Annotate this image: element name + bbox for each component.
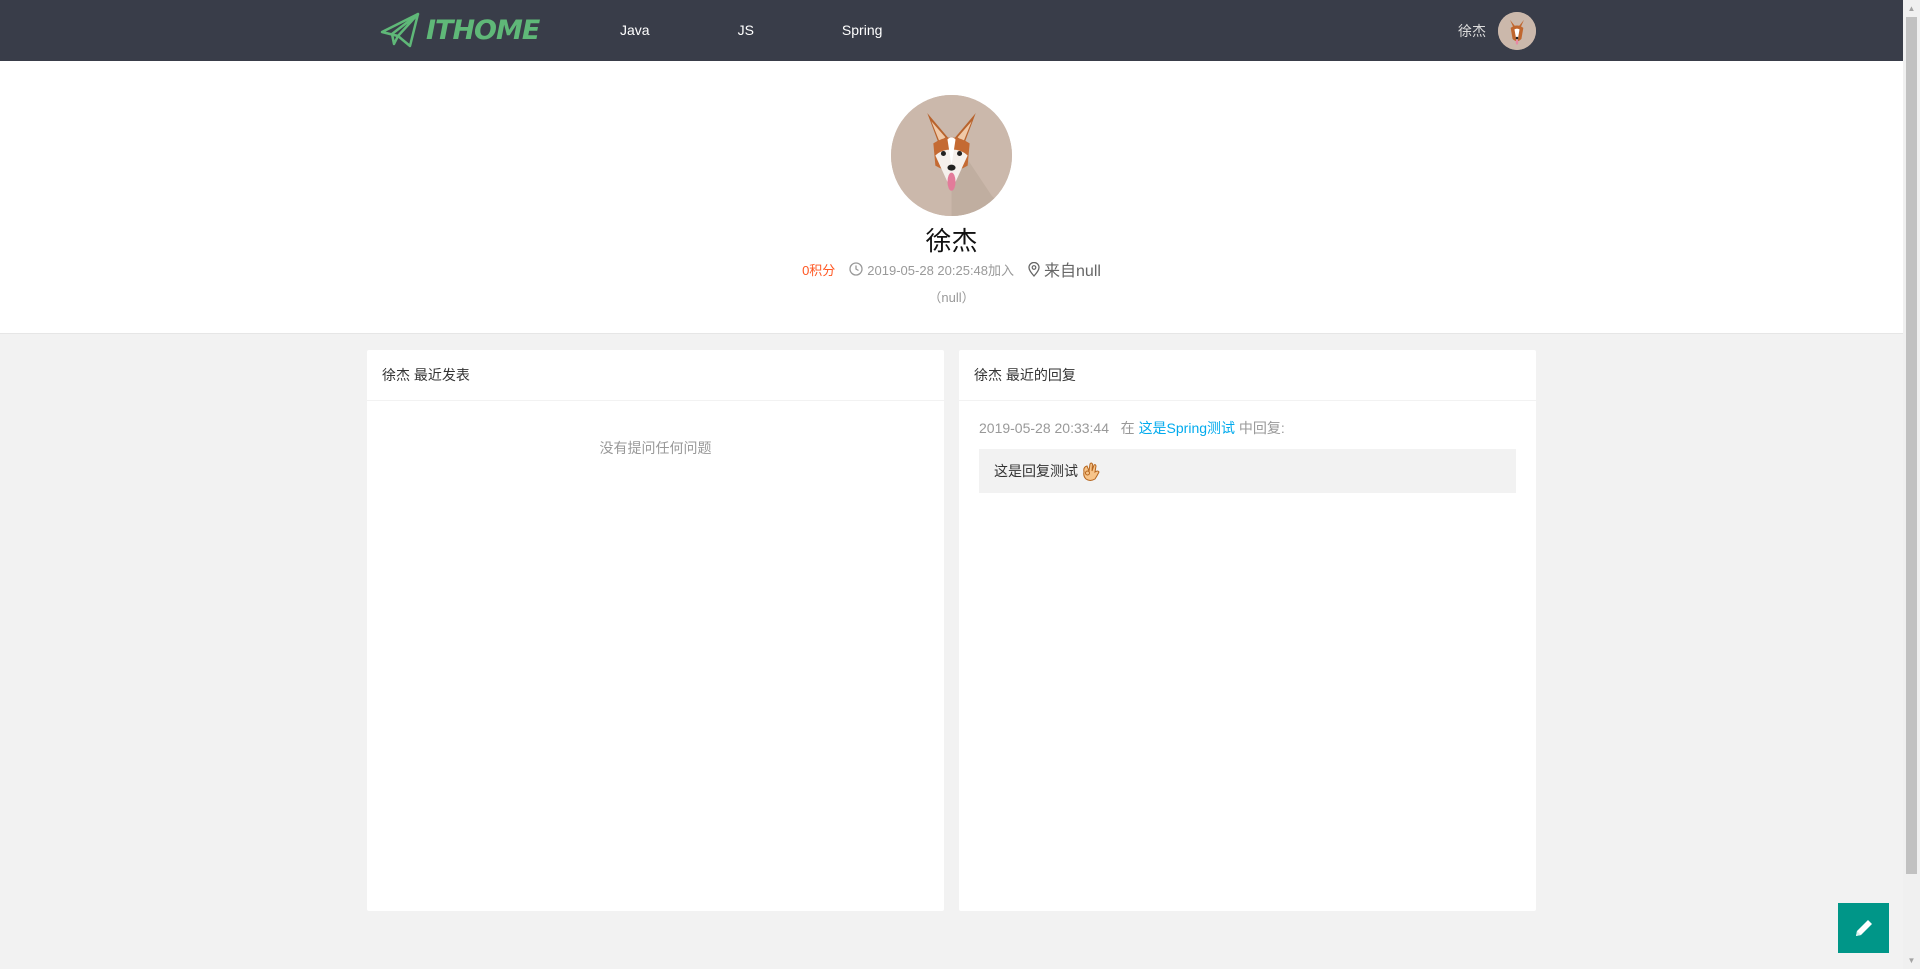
edit-button[interactable]	[1838, 903, 1889, 953]
reply-in-label: 在	[1120, 420, 1135, 436]
reply-content: 这是回复测试	[979, 449, 1516, 493]
ok-hand-emoji-icon	[1083, 462, 1100, 481]
reply-post-link[interactable]: 这是Spring测试	[1139, 420, 1235, 436]
vertical-scrollbar[interactable]: ▲ ▼	[1903, 0, 1920, 969]
nav-item-java[interactable]: Java	[600, 0, 670, 61]
user-menu[interactable]: 徐杰	[1458, 12, 1536, 50]
recent-posts-panel: 徐杰 最近发表 没有提问任何问题	[367, 350, 944, 911]
logo-text: ITHOME	[426, 14, 540, 46]
main-nav: Java JS Spring	[600, 0, 950, 61]
profile-header: 徐杰 0积分 2019-05-28 20:25:48加入 来自null （nul…	[0, 61, 1903, 334]
location-pin-icon	[1028, 261, 1040, 277]
scroll-up-icon[interactable]: ▲	[1903, 0, 1920, 17]
paper-plane-icon	[380, 12, 420, 48]
location: 来自null	[1028, 257, 1101, 281]
profile-meta: 0积分 2019-05-28 20:25:48加入 来自null	[0, 257, 1903, 281]
reply-time: 2019-05-28 20:33:44	[979, 420, 1109, 436]
recent-replies-title: 徐杰 最近的回复	[959, 350, 1536, 401]
reply-meta: 2019-05-28 20:33:44 在 这是Spring测试 中回复:	[959, 401, 1536, 438]
profile-avatar	[891, 95, 1012, 216]
dog-avatar-icon	[1498, 12, 1536, 50]
site-logo[interactable]: ITHOME	[380, 9, 540, 51]
top-navbar: ITHOME Java JS Spring 徐杰	[0, 0, 1903, 61]
avatar[interactable]	[1498, 12, 1536, 50]
recent-replies-panel: 徐杰 最近的回复 2019-05-28 20:33:44 在 这是Spring测…	[959, 350, 1536, 911]
nav-item-spring[interactable]: Spring	[822, 0, 902, 61]
location-text: 来自null	[1044, 263, 1101, 280]
reply-suffix: 中回复:	[1238, 420, 1285, 436]
clock-icon	[849, 262, 863, 276]
recent-posts-title: 徐杰 最近发表	[367, 350, 944, 401]
nav-item-js[interactable]: JS	[718, 0, 774, 61]
profile-signature: （null）	[928, 290, 975, 305]
pencil-icon	[1855, 920, 1872, 936]
points-badge: 0积分	[802, 262, 836, 278]
scroll-down-icon[interactable]: ▼	[1903, 952, 1920, 969]
join-date: 2019-05-28 20:25:48加入	[849, 260, 1014, 279]
dog-avatar-icon	[891, 95, 1012, 216]
profile-name: 徐杰	[925, 226, 978, 256]
join-date-text: 2019-05-28 20:25:48加入	[867, 262, 1015, 278]
empty-posts-message: 没有提问任何问题	[599, 440, 712, 456]
nav-username[interactable]: 徐杰	[1458, 21, 1486, 41]
reply-text: 这是回复测试	[994, 463, 1078, 479]
scroll-thumb[interactable]	[1906, 17, 1917, 874]
